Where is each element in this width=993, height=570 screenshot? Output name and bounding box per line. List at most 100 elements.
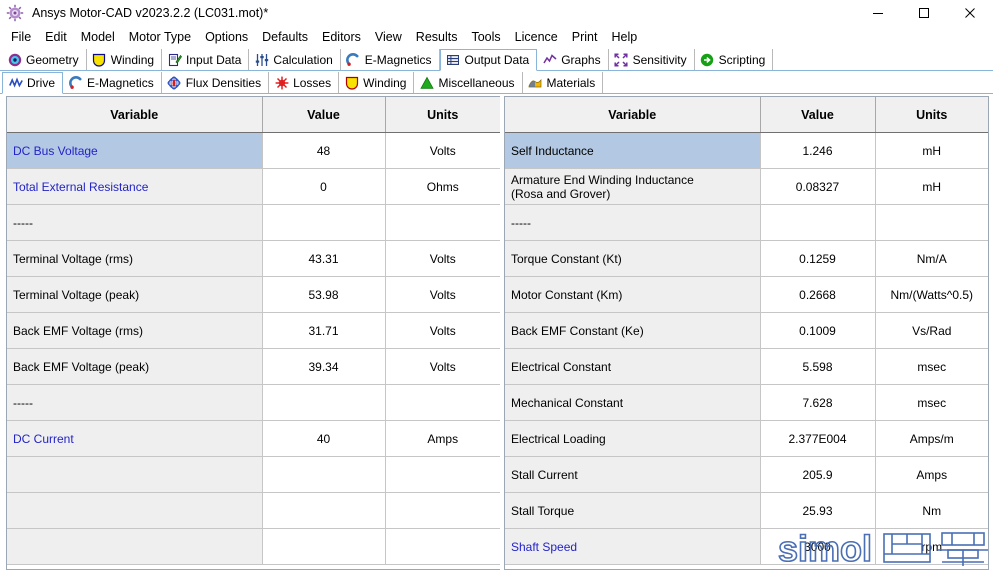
tab-e-magnetics[interactable]: E-Magnetics — [340, 49, 440, 70]
header-value[interactable]: Value — [262, 97, 386, 133]
header-variable[interactable]: Variable — [7, 97, 263, 133]
cell-variable[interactable]: Self Inductance — [505, 132, 761, 169]
menu-item-help[interactable]: Help — [604, 27, 644, 47]
maximize-button[interactable] — [901, 0, 947, 26]
cell-variable: Mechanical Constant — [505, 384, 761, 421]
table-row[interactable]: ----- — [7, 204, 500, 241]
cell-variable: Motor Constant (Km) — [505, 276, 761, 313]
tab-calculation[interactable]: Calculation — [249, 49, 341, 70]
table-row[interactable]: Electrical Loading 2.377E004 Amps/m — [505, 420, 988, 457]
tab-graphs[interactable]: Graphs — [537, 49, 609, 70]
subtab-miscellaneous[interactable]: Miscellaneous — [414, 72, 523, 93]
table-row[interactable]: Total External Resistance 0 Ohms — [7, 168, 500, 205]
table-row[interactable]: Back EMF Voltage (rms) 31.71 Volts — [7, 312, 500, 349]
output-data-content: Variable Value Units DC Bus Voltage 48 V… — [0, 94, 993, 570]
subtab-losses[interactable]: Losses — [269, 72, 340, 93]
table-row[interactable]: Armature End Winding Inductance (Rosa an… — [505, 168, 988, 205]
table-row[interactable]: DC Bus Voltage 48 Volts — [7, 132, 500, 169]
table-row[interactable] — [7, 492, 500, 529]
cell-value[interactable]: 40 — [262, 420, 386, 457]
cell-variable[interactable]: DC Bus Voltage — [7, 132, 263, 169]
table-row[interactable] — [7, 456, 500, 493]
variable-link[interactable]: DC Bus Voltage — [13, 144, 98, 158]
cell-value[interactable]: 0 — [262, 168, 386, 205]
variable-link[interactable]: DC Current — [13, 432, 74, 446]
tab-scripting[interactable]: Scripting — [694, 49, 774, 70]
subtab-e-magnetics[interactable]: E-Magnetics — [63, 72, 162, 93]
cell-value: 0.08327 — [760, 168, 876, 205]
cell-units: Volts — [385, 240, 500, 277]
table-row[interactable]: Terminal Voltage (peak) 53.98 Volts — [7, 276, 500, 313]
menu-item-file[interactable]: File — [4, 27, 38, 47]
table-row[interactable]: Torque Constant (Kt) 0.1259 Nm/A — [505, 240, 988, 277]
line-chart-icon — [542, 52, 557, 67]
table-row[interactable]: Mechanical Constant 7.628 msec — [505, 384, 988, 421]
cell-variable[interactable]: Total External Resistance — [7, 168, 263, 205]
cell-variable: Back EMF Voltage (rms) — [7, 312, 263, 349]
table-row[interactable]: Stall Current 205.9 Amps — [505, 456, 988, 493]
menu-item-tools[interactable]: Tools — [464, 27, 507, 47]
cell-value[interactable]: 3000 — [760, 528, 876, 565]
header-units[interactable]: Units — [875, 97, 988, 133]
header-variable[interactable]: Variable — [505, 97, 761, 133]
table-row[interactable]: DC Current 40 Amps — [7, 420, 500, 457]
cell-variable: Terminal Voltage (rms) — [7, 240, 263, 277]
menu-item-licence[interactable]: Licence — [508, 27, 565, 47]
tab-geometry[interactable]: Geometry — [2, 49, 87, 70]
tab-sensitivity[interactable]: Sensitivity — [608, 49, 695, 70]
header-units[interactable]: Units — [385, 97, 500, 133]
table-row[interactable]: Shaft Speed 3000 rpm — [505, 528, 988, 565]
cell-value — [262, 456, 386, 493]
cell-value: 31.71 — [262, 312, 386, 349]
cell-value: 5.598 — [760, 348, 876, 385]
variable-link[interactable]: Shaft Speed — [511, 540, 577, 554]
table-row[interactable] — [7, 528, 500, 565]
minimize-button[interactable] — [855, 0, 901, 26]
menu-item-editors[interactable]: Editors — [315, 27, 368, 47]
subtab-flux-densities[interactable]: Flux Densities — [161, 72, 270, 93]
subtab-drive[interactable]: Drive — [2, 72, 64, 94]
close-button[interactable] — [947, 0, 993, 26]
tab-output-data[interactable]: Output Data — [439, 49, 538, 71]
table-row[interactable]: Self Inductance 1.246 mH — [505, 132, 988, 169]
menu-item-view[interactable]: View — [368, 27, 409, 47]
table-row[interactable]: ----- — [7, 384, 500, 421]
subtab-label: Materials — [546, 75, 596, 90]
subtab-materials[interactable]: Materials — [522, 72, 604, 93]
table-row[interactable]: ----- — [505, 204, 988, 241]
cell-units: Nm/(Watts^0.5) — [875, 276, 988, 313]
cell-variable: Back EMF Constant (Ke) — [505, 312, 761, 349]
header-value[interactable]: Value — [760, 97, 876, 133]
table-row[interactable]: Back EMF Constant (Ke) 0.1009 Vs/Rad — [505, 312, 988, 349]
cell-value[interactable]: 48 — [262, 132, 386, 169]
flux-field-icon — [167, 75, 182, 90]
menu-item-motor-type[interactable]: Motor Type — [122, 27, 198, 47]
table-row[interactable]: Stall Torque 25.93 Nm — [505, 492, 988, 529]
menu-item-options[interactable]: Options — [198, 27, 255, 47]
notepad-pencil-icon — [167, 52, 182, 67]
cell-units: mH — [875, 168, 988, 205]
cell-variable[interactable]: DC Current — [7, 420, 263, 457]
cell-value: 1.246 — [760, 132, 876, 169]
right-table-pane: Variable Value Units Self Inductance 1.2… — [500, 96, 993, 570]
menu-item-results[interactable]: Results — [409, 27, 465, 47]
coil-shield-icon — [344, 75, 359, 90]
subtab-winding[interactable]: Winding — [339, 72, 415, 93]
tab-winding[interactable]: Winding — [86, 49, 163, 70]
cell-units: Nm/A — [875, 240, 988, 277]
window-title: Ansys Motor-CAD v2023.2.2 (LC031.mot)* — [32, 6, 269, 20]
table-row[interactable]: Back EMF Voltage (peak) 39.34 Volts — [7, 348, 500, 385]
menu-item-print[interactable]: Print — [565, 27, 605, 47]
menu-item-edit[interactable]: Edit — [38, 27, 74, 47]
table-row[interactable]: Terminal Voltage (rms) 43.31 Volts — [7, 240, 500, 277]
variable-link[interactable]: Total External Resistance — [13, 180, 148, 194]
tab-label: Input Data — [186, 52, 242, 67]
tab-input-data[interactable]: Input Data — [162, 49, 250, 70]
subtab-label: Losses — [293, 75, 332, 90]
menu-item-defaults[interactable]: Defaults — [255, 27, 315, 47]
cell-variable: ----- — [7, 384, 263, 421]
menu-item-model[interactable]: Model — [74, 27, 122, 47]
cell-variable[interactable]: Shaft Speed — [505, 528, 761, 565]
table-row[interactable]: Electrical Constant 5.598 msec — [505, 348, 988, 385]
table-row[interactable]: Motor Constant (Km) 0.2668 Nm/(Watts^0.5… — [505, 276, 988, 313]
